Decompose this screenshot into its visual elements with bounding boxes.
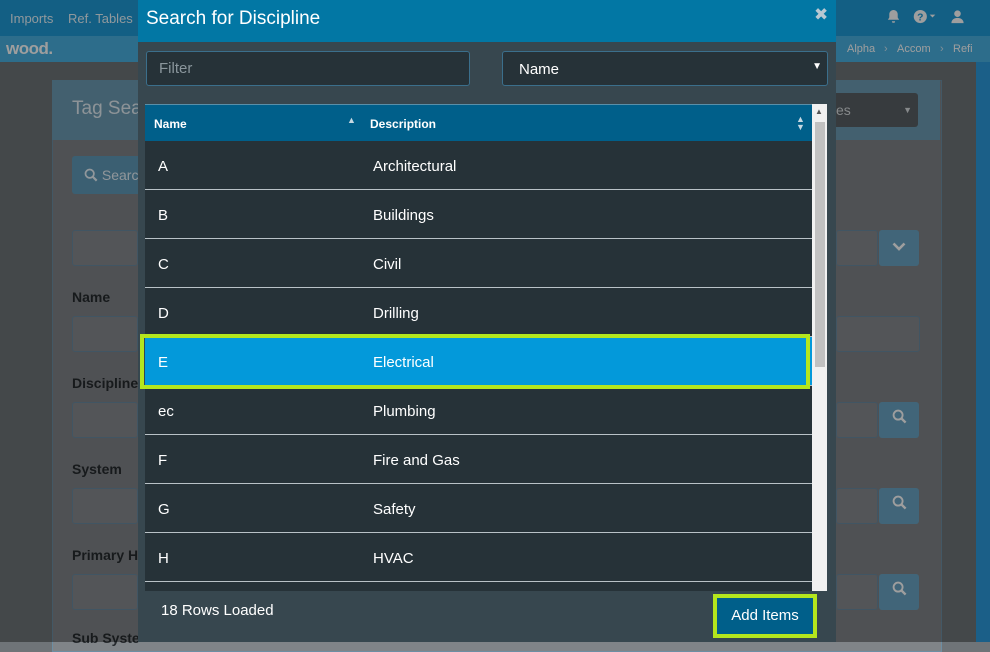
column-header-name[interactable]: Name [154, 117, 187, 131]
row-name-cell: G [158, 501, 170, 518]
row-name-cell: F [158, 452, 168, 469]
table-row[interactable]: B Buildings [145, 190, 812, 239]
table-row[interactable]: G Safety [145, 484, 812, 533]
table-row[interactable]: F Fire and Gas [145, 435, 812, 484]
row-description-cell: HVAC [373, 550, 414, 567]
sort-icon[interactable]: ▲ ▼ [796, 115, 805, 132]
row-name-cell: B [158, 207, 169, 224]
table-row[interactable]: C Civil [145, 239, 812, 288]
row-description-cell: Civil [373, 256, 402, 273]
caret-down-icon: ▼ [812, 61, 822, 72]
filter-input[interactable] [146, 51, 470, 86]
row-name-cell: D [158, 305, 169, 322]
discipline-grid: Name ▲ Description ▲ ▼ A Architectural B Bui… [145, 104, 827, 591]
grid-scrollbar-thumb[interactable] [815, 122, 825, 367]
table-row[interactable]: ec Plumbing [145, 386, 812, 435]
row-description-cell: Architectural [373, 158, 457, 175]
modal-title: Search for Discipline [146, 8, 321, 29]
row-description-cell: Drilling [373, 305, 419, 322]
row-name-cell: E [158, 354, 169, 371]
row-description-cell: Fire and Gas [373, 452, 460, 469]
grid-header: Name ▲ Description ▲ ▼ [145, 104, 812, 142]
column-header-description[interactable]: Description [370, 117, 436, 131]
table-row[interactable]: D Drilling [145, 288, 812, 337]
row-name-cell: A [158, 158, 169, 175]
table-row[interactable]: A Architectural [145, 141, 812, 190]
table-row[interactable]: H HVAC [145, 533, 812, 582]
scroll-up-icon[interactable]: ▲ [815, 107, 823, 116]
row-description-cell: Safety [373, 501, 416, 518]
row-name-cell: ec [158, 403, 174, 420]
table-row[interactable]: E Electrical [145, 337, 812, 386]
add-items-button[interactable]: Add Items [713, 594, 817, 638]
filter-field-select[interactable]: Name ▼ [502, 51, 828, 86]
row-name-cell: H [158, 550, 169, 567]
rows-loaded-status: 18 Rows Loaded [161, 602, 274, 619]
row-description-cell: Buildings [373, 207, 434, 224]
row-name-cell: C [158, 256, 169, 273]
row-description-cell: Plumbing [373, 403, 436, 420]
row-description-cell: Electrical [373, 354, 434, 371]
grid-body: A Architectural B Buildings C Civil D Drilling E… [145, 141, 812, 582]
sort-ascending-icon[interactable]: ▲ [347, 115, 356, 125]
filter-field-value: Name [519, 61, 560, 78]
page-scrollbar[interactable] [976, 62, 990, 642]
close-icon[interactable]: ✖ [814, 5, 828, 25]
